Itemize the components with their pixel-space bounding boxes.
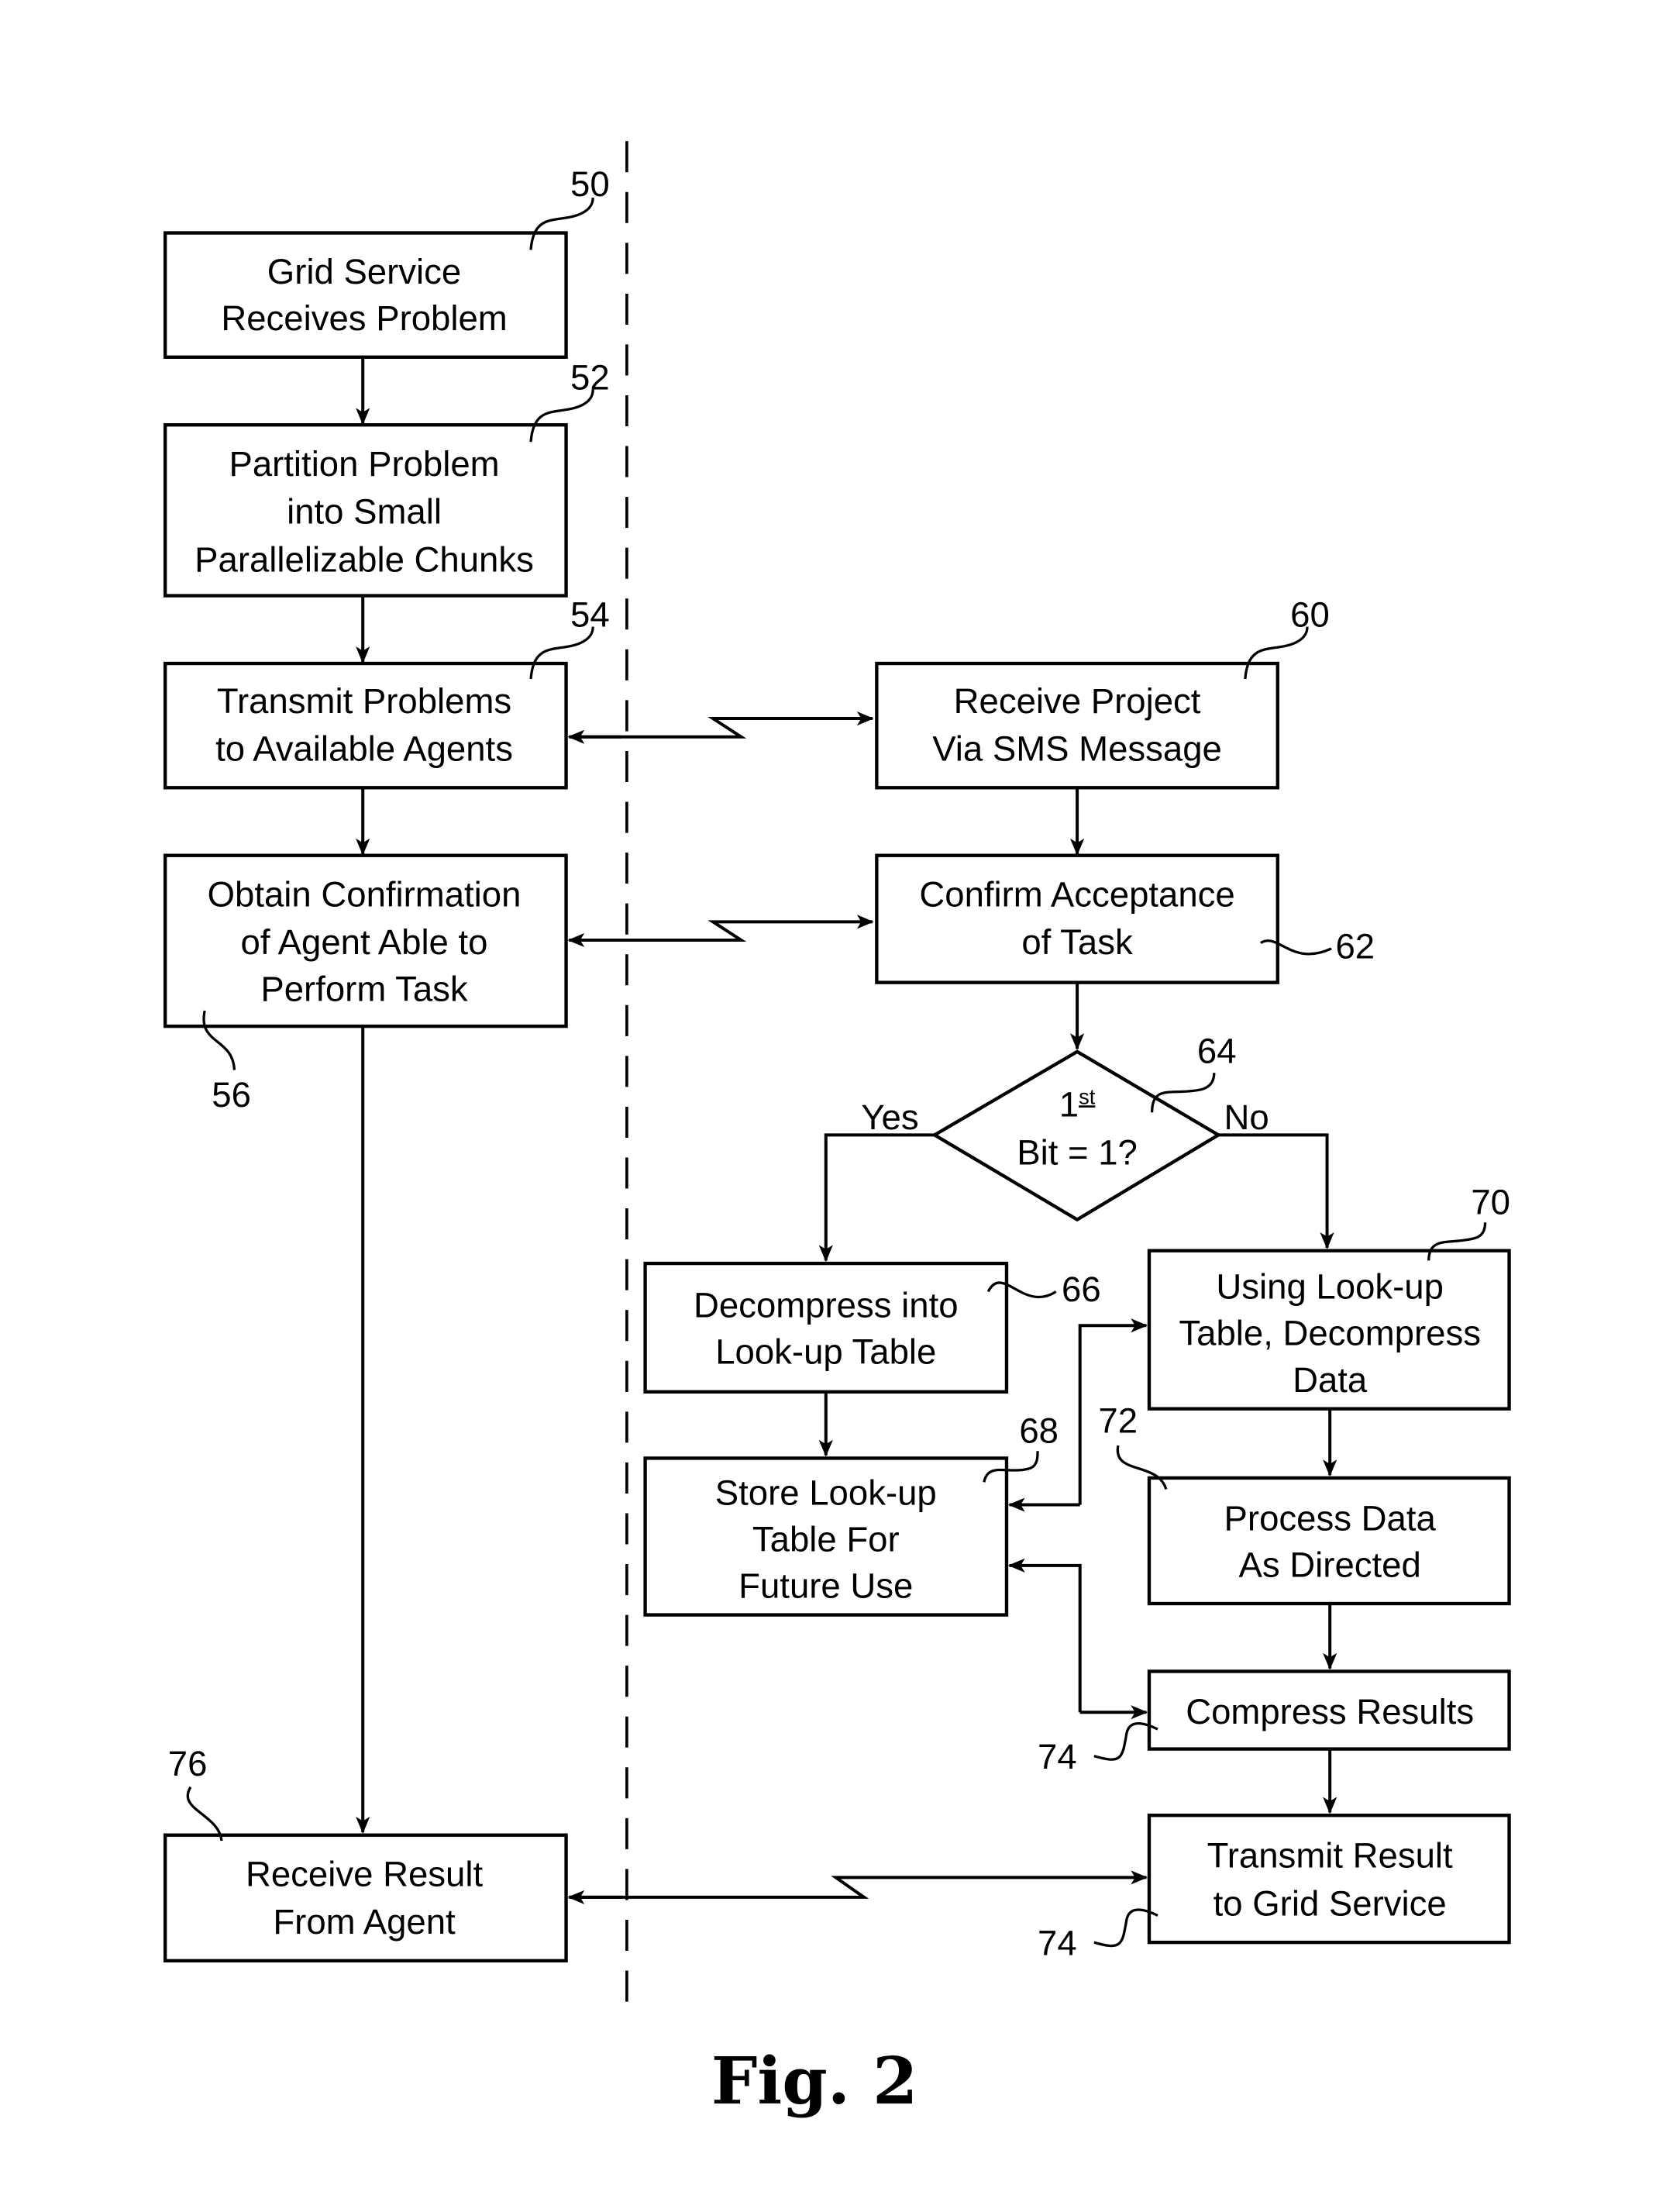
step-54-line-1: Transmit Problems — [217, 681, 511, 721]
step-74-compress-results: Compress Results 74 — [1038, 1669, 1511, 1776]
ref-56: 56 — [212, 1075, 251, 1115]
ref-68: 68 — [1019, 1411, 1059, 1450]
step-76-line-1: Receive Result — [246, 1854, 483, 1893]
step-56-line-3: Perform Task — [260, 969, 468, 1008]
step-62-line-1: Confirm Acceptance — [919, 874, 1234, 914]
step-66-line-1: Decompress into — [694, 1285, 959, 1325]
step-62-line-2: of Task — [1021, 922, 1133, 962]
arrow-no-70 — [1218, 1133, 1334, 1249]
ref-66: 66 — [1062, 1270, 1101, 1309]
step-68-line-3: Future Use — [738, 1566, 913, 1606]
ref-72: 72 — [1098, 1401, 1138, 1441]
step-72-line-2: As Directed — [1239, 1545, 1421, 1584]
wireless-link-76-74 — [570, 1870, 1148, 1899]
step-56-obtain-confirmation: Obtain Confirmation of Agent Able to Per… — [163, 853, 568, 1115]
ref-52: 52 — [570, 358, 610, 398]
step-52-partition-problem: Partition Problem into Small Paralleliza… — [163, 358, 610, 598]
arrow-yes-66 — [818, 1133, 935, 1263]
ref-60: 60 — [1290, 595, 1330, 635]
step-62-confirm-acceptance: Confirm Acceptance of Task 62 — [875, 853, 1375, 984]
step-72-process-data: Process Data As Directed 72 — [1098, 1401, 1511, 1606]
step-68-line-1: Store Look-up — [715, 1473, 937, 1513]
step-54-transmit-problems: Transmit Problems to Available Agents 54 — [163, 595, 610, 790]
step-74b-line-1: Transmit Result — [1207, 1836, 1453, 1876]
step-68-store-lookup: Store Look-up Table For Future Use 68 — [643, 1411, 1059, 1617]
yes-label: Yes — [861, 1097, 918, 1137]
step-76-line-2: From Agent — [273, 1902, 456, 1942]
step-74b-line-2: to Grid Service — [1214, 1884, 1447, 1924]
step-68-line-2: Table For — [752, 1520, 900, 1559]
ref-74a: 74 — [1038, 1737, 1077, 1776]
step-74-transmit-result: Transmit Result to Grid Service 74 — [1038, 1814, 1511, 1963]
step-50-grid-service-receives-problem: Grid Service Receives Problem 50 — [163, 164, 610, 359]
step-60-line-1: Receive Project — [954, 681, 1201, 721]
step-56-line-1: Obtain Confirmation — [208, 874, 522, 914]
ref-54: 54 — [570, 595, 610, 635]
step-60-receive-project: Receive Project Via SMS Message 60 — [875, 595, 1330, 790]
leader-76 — [186, 1786, 223, 1842]
arrow-74-68 — [1007, 1558, 1082, 1713]
no-label: No — [1224, 1097, 1269, 1137]
step-66-decompress-lookup: Decompress into Look-up Table 66 — [643, 1261, 1101, 1394]
ref-76: 76 — [168, 1744, 208, 1783]
ref-62: 62 — [1335, 927, 1375, 966]
step-56-line-2: of Agent Able to — [241, 922, 488, 962]
step-60-line-2: Via SMS Message — [932, 729, 1222, 769]
ref-64: 64 — [1197, 1031, 1237, 1070]
step-70-line-3: Data — [1293, 1360, 1368, 1400]
figure-caption: Fig. 2 — [711, 2042, 918, 2119]
wireless-link-56-62 — [570, 915, 874, 942]
step-54-line-2: to Available Agents — [215, 729, 513, 769]
ref-50: 50 — [570, 164, 610, 204]
step-52-line-1: Partition Problem — [229, 444, 499, 484]
wireless-link-54-60 — [570, 711, 874, 739]
step-70-line-2: Table, Decompress — [1179, 1314, 1481, 1353]
step-66-line-2: Look-up Table — [715, 1332, 936, 1371]
step-76-receive-result: Receive Result From Agent 76 — [163, 1744, 568, 1962]
step-52-line-2: into Small — [287, 492, 442, 532]
ref-74b: 74 — [1038, 1924, 1077, 1963]
step-50-line-1: Grid Service — [267, 252, 461, 291]
step-70-decompress-data: Using Look-up Table, Decompress Data 70 — [1147, 1182, 1511, 1411]
flowchart-diagram: Grid Service Receives Problem 50 Partiti… — [163, 141, 1511, 2119]
step-50-line-2: Receives Problem — [221, 298, 507, 338]
step-72-line-1: Process Data — [1224, 1498, 1437, 1538]
ref-70: 70 — [1471, 1182, 1510, 1221]
step-70-line-1: Using Look-up — [1216, 1267, 1444, 1307]
step-74a-line-1: Compress Results — [1186, 1692, 1474, 1731]
decision-64-line-2: Bit = 1? — [1017, 1133, 1138, 1173]
step-52-line-3: Parallelizable Chunks — [195, 540, 534, 580]
decision-64-first-bit: 1st Bit = 1? 64 Yes No — [861, 1031, 1269, 1222]
